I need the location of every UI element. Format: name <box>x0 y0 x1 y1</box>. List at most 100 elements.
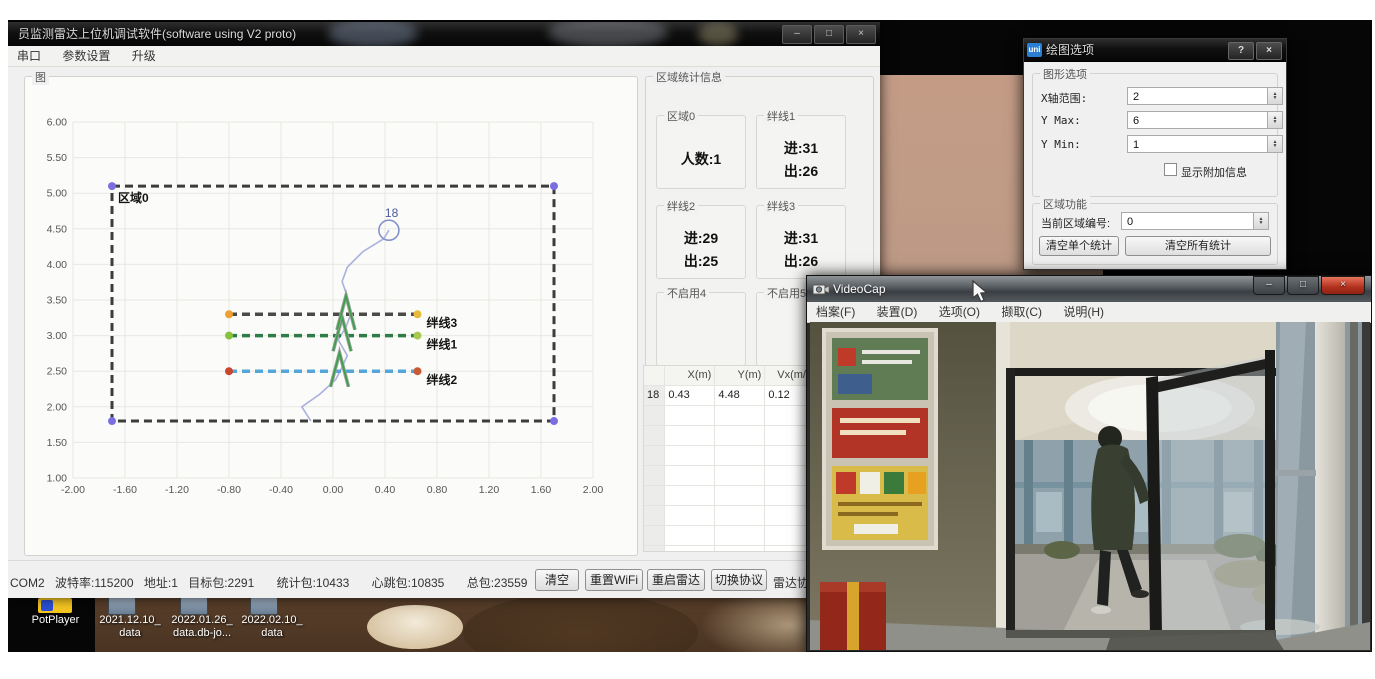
spin-down-icon[interactable]: ▼ <box>1273 96 1278 100</box>
folder-icon[interactable] <box>250 597 278 615</box>
y-min-input[interactable]: 1 ▲ ▼ <box>1127 135 1283 153</box>
current-zone-number-input[interactable]: 0 ▲ ▼ <box>1121 212 1269 230</box>
dialog-title-bar[interactable]: uni 绘图选项 ? × <box>1024 39 1286 62</box>
spinner-buttons[interactable]: ▲ ▼ <box>1267 136 1282 152</box>
door-jamb <box>1006 368 1015 634</box>
dialog-title: 绘图选项 <box>1046 39 1094 61</box>
close-button[interactable]: × <box>846 25 876 44</box>
videocap-close-button[interactable]: × <box>1321 276 1365 295</box>
minimize-button[interactable]: – <box>782 25 812 44</box>
desktop-icon-label[interactable]: 2022.02.10_ <box>226 614 318 626</box>
menu-parameter-settings[interactable]: 参数设置 <box>53 46 119 66</box>
svg-text:1.50: 1.50 <box>47 437 68 449</box>
table-cell[interactable] <box>644 506 665 526</box>
table-cell[interactable] <box>665 546 715 552</box>
menu-upgrade[interactable]: 升级 <box>123 46 165 66</box>
spin-down-icon[interactable]: ▼ <box>1259 221 1264 225</box>
potplayer-icon[interactable] <box>38 598 72 613</box>
table-cell[interactable]: 0.43 <box>665 386 715 406</box>
table-cell[interactable] <box>644 466 665 486</box>
table-cell[interactable] <box>715 546 765 552</box>
reset-wifi-button[interactable]: 重置WiFi <box>585 569 643 591</box>
table-cell[interactable] <box>665 446 715 466</box>
table-cell[interactable] <box>665 526 715 546</box>
maximize-button[interactable]: □ <box>814 25 844 44</box>
mouse-cursor <box>970 280 990 304</box>
help-button[interactable]: ? <box>1228 42 1254 60</box>
y-max-input[interactable]: 6 ▲ ▼ <box>1127 111 1283 129</box>
clear-single-stat-button[interactable]: 清空单个统计 <box>1039 236 1119 256</box>
radar-title-bar[interactable]: 员监测雷达上位机调试软件(software using V2 proto) – … <box>8 22 880 47</box>
svg-text:区域0: 区域0 <box>118 190 149 205</box>
desktop-icon-label2[interactable]: data <box>226 627 318 639</box>
status-info: COM2 波特率:115200 地址:1 目标包:2291 统计包:10433 … <box>10 574 534 591</box>
svg-text:2.00: 2.00 <box>47 401 68 413</box>
show-extra-info-checkbox[interactable] <box>1164 163 1177 176</box>
svg-text:5.00: 5.00 <box>47 188 68 200</box>
radar-app-window: 员监测雷达上位机调试软件(software using V2 proto) – … <box>8 22 880 597</box>
page: PotPlayer 2021.12.10_ data 2022.01.26_ d… <box>0 0 1375 679</box>
table-cell[interactable]: 4.48 <box>715 386 765 406</box>
menu-file[interactable]: 档案(F) <box>807 302 864 322</box>
spin-down-icon[interactable]: ▼ <box>1273 144 1278 148</box>
statbox-tripline1: 绊线1 进:31 出:26 <box>756 115 846 189</box>
folder-icon[interactable] <box>180 597 208 615</box>
status-address: 地址:1 <box>144 576 178 590</box>
camera-view <box>810 322 1370 650</box>
svg-text:5.50: 5.50 <box>47 152 68 164</box>
table-cell[interactable] <box>665 486 715 506</box>
table-cell[interactable] <box>644 486 665 506</box>
spinner-buttons[interactable]: ▲ ▼ <box>1267 88 1282 104</box>
table-cell[interactable] <box>665 506 715 526</box>
table-cell[interactable] <box>715 426 765 446</box>
menu-capture[interactable]: 撷取(C) <box>992 302 1051 322</box>
videocap-maximize-button[interactable]: □ <box>1287 276 1319 295</box>
spinner-buttons[interactable]: ▲ ▼ <box>1253 213 1268 229</box>
y-min-label: Y Min: <box>1041 138 1081 151</box>
switch-protocol-button[interactable]: 切换协议 <box>711 569 767 591</box>
table-cell[interactable] <box>665 406 715 426</box>
table-cell[interactable] <box>715 526 765 546</box>
table-cell[interactable] <box>644 426 665 446</box>
videocap-title-bar[interactable]: VideoCap – □ × <box>807 276 1371 302</box>
spinner-buttons[interactable]: ▲ ▼ <box>1267 112 1282 128</box>
spin-down-icon[interactable]: ▼ <box>1273 120 1278 124</box>
table-cell[interactable] <box>665 426 715 446</box>
svg-text:绊线1: 绊线1 <box>427 337 458 352</box>
radar-plot[interactable]: -2.00-1.60-1.20-0.80-0.400.000.400.801.2… <box>30 98 630 523</box>
table-cell[interactable] <box>644 406 665 426</box>
menu-help[interactable]: 说明(H) <box>1054 302 1113 322</box>
table-cell[interactable] <box>644 526 665 546</box>
draw-options-dialog: uni 绘图选项 ? × 图形选项 X轴范围: 2 ▲ ▼ Y Max: 6 ▲ <box>1023 38 1287 270</box>
zone-function-group: 区域功能 当前区域编号: 0 ▲ ▼ 清空单个统计 清空所有统计 <box>1032 203 1278 265</box>
videocap-minimize-button[interactable]: – <box>1253 276 1285 295</box>
menu-serial-port[interactable]: 串口 <box>8 46 50 66</box>
y-max-label: Y Max: <box>1041 114 1081 127</box>
x-range-input[interactable]: 2 ▲ ▼ <box>1127 87 1283 105</box>
table-cell[interactable] <box>715 406 765 426</box>
open-door-glass <box>1148 356 1272 642</box>
table-cell[interactable] <box>644 546 665 552</box>
table-cell[interactable] <box>715 446 765 466</box>
table-cell[interactable] <box>665 466 715 486</box>
clear-button[interactable]: 清空 <box>535 569 579 591</box>
titlebar-glare <box>548 22 668 47</box>
table-cell[interactable] <box>644 446 665 466</box>
folder-icon[interactable] <box>108 597 136 615</box>
dialog-close-button[interactable]: × <box>1256 42 1282 60</box>
svg-text:-0.80: -0.80 <box>217 484 241 496</box>
status-heartbeat-packets: 心跳包:10835 <box>372 576 445 590</box>
graph-options-group: 图形选项 X轴范围: 2 ▲ ▼ Y Max: 6 ▲ ▼ Y Min: 1 <box>1032 73 1278 197</box>
zone-function-label: 区域功能 <box>1040 196 1090 212</box>
table-cell[interactable]: 18 <box>644 386 665 406</box>
table-cell[interactable] <box>715 486 765 506</box>
menu-device[interactable]: 装置(D) <box>868 302 927 322</box>
table-cell[interactable] <box>715 506 765 526</box>
statbox-label: 绊线2 <box>664 198 698 214</box>
menu-options[interactable]: 选项(O) <box>930 302 989 322</box>
clear-all-stats-button[interactable]: 清空所有统计 <box>1125 236 1271 256</box>
restart-radar-button[interactable]: 重启雷达 <box>647 569 705 591</box>
table-cell[interactable] <box>715 466 765 486</box>
svg-text:3.00: 3.00 <box>47 330 68 342</box>
wallpaper-pot <box>463 593 698 652</box>
